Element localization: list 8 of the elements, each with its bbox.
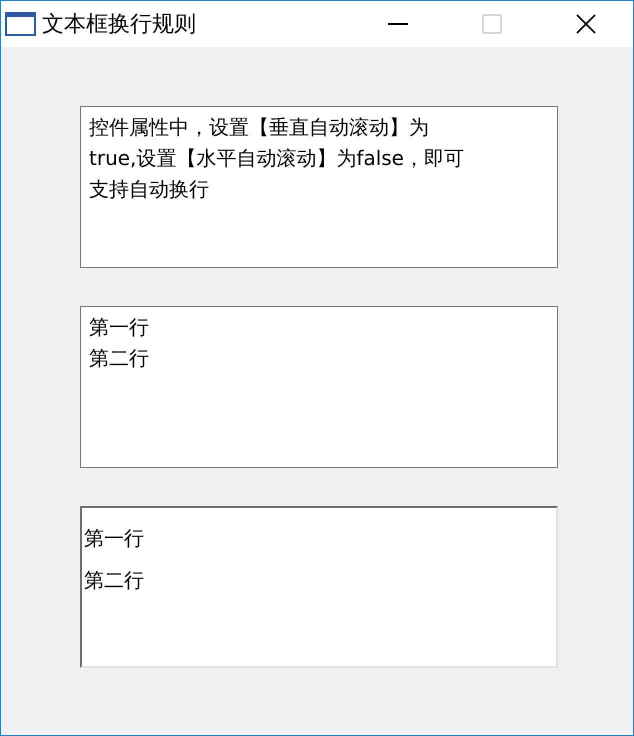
minimize-icon xyxy=(388,23,408,25)
text-box[interactable]: 第一行 第二行 xyxy=(80,506,558,668)
text-box[interactable]: 第一行 第二行 xyxy=(80,306,558,468)
window-icon xyxy=(5,12,36,36)
text-box[interactable]: 控件属性中，设置【垂直自动滚动】为 true,设置【水平自动滚动】为false，即可 支持自动换行 xyxy=(80,106,558,268)
window-title: 文本框换行规则 xyxy=(42,11,196,39)
close-icon xyxy=(576,14,596,34)
maximize-icon xyxy=(482,14,502,34)
